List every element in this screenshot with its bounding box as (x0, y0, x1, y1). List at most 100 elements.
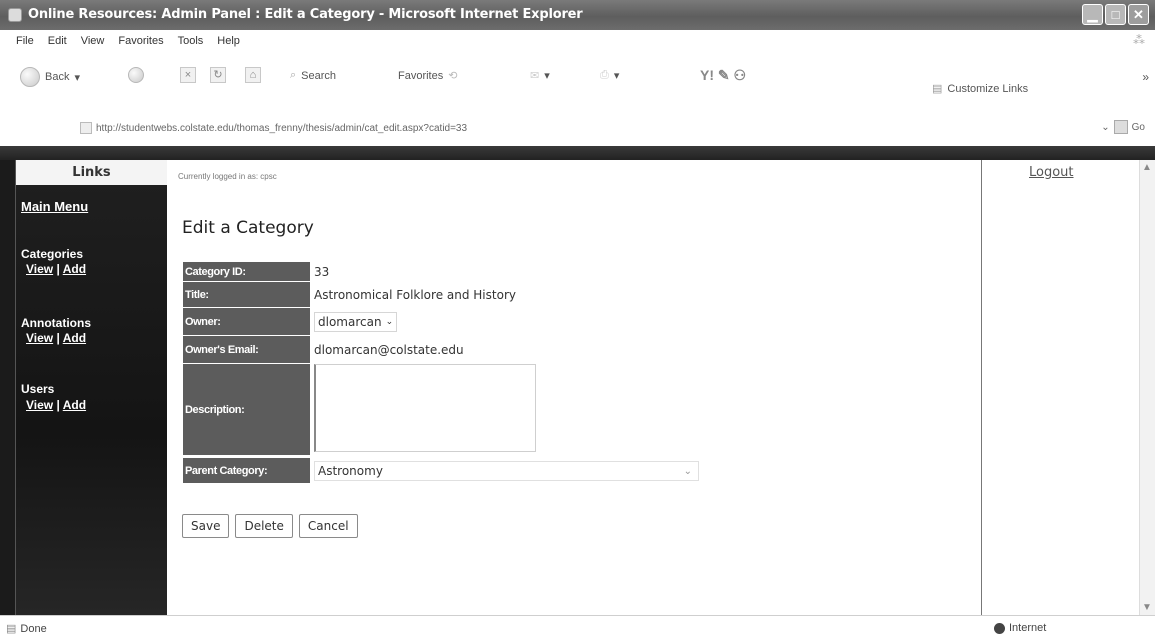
back-label: Back (45, 71, 70, 83)
logout-link[interactable]: Logout (1029, 165, 1074, 180)
forward-button[interactable] (128, 67, 144, 83)
parent-category-value: Astronomy (318, 464, 383, 478)
users-separator: | (56, 398, 60, 412)
chevron-down-icon: ⌄ (683, 465, 692, 477)
back-dropdown-icon: ▾ (74, 71, 80, 84)
menu-help[interactable]: Help (217, 35, 240, 47)
row-owner-email: Owner's Email: dlomarcan@colstate.edu (183, 336, 699, 364)
go-button[interactable]: ⌄ Go (1101, 120, 1145, 134)
status-bar: ▤ Done Internet (0, 615, 1155, 640)
page-title: Edit a Category (182, 218, 314, 238)
customize-links-link[interactable]: ▤ Customize Links (932, 82, 1029, 96)
menu-favorites[interactable]: Favorites (118, 35, 163, 47)
address-bar: http://studentwebs.colstate.edu/thomas_f… (0, 108, 1155, 146)
categories-view-link[interactable]: View (26, 262, 53, 276)
favorites-label: Favorites (398, 69, 444, 82)
browser-toolbar: Back ▾ × ↻ ⌂ ⌕ Search Favorites ⟲ ✉ ▾ ⎙ … (0, 52, 1155, 108)
owner-select[interactable]: dlomarcan ⌄ (314, 312, 398, 332)
windows-logo-icon: ⁂ (1133, 33, 1145, 47)
go-arrow-icon (1113, 120, 1128, 134)
window-title-bar: Online Resources: Admin Panel : Edit a C… (0, 0, 1155, 30)
categories-add-link[interactable]: Add (63, 262, 86, 276)
toolbar-overflow-chevron-icon[interactable]: » (1142, 70, 1149, 84)
cancel-button[interactable]: Cancel (298, 514, 358, 538)
address-input[interactable]: http://studentwebs.colstate.edu/thomas_f… (80, 122, 467, 134)
title-field[interactable]: Astronomical Folklore and History (314, 288, 516, 302)
refresh-button[interactable]: ↻ (210, 67, 226, 83)
row-parent-category: Parent Category: Astronomy ⌄ (183, 458, 699, 484)
back-arrow-icon (20, 67, 40, 87)
home-button[interactable]: ⌂ (245, 67, 261, 83)
sidebar-header: Links (16, 160, 167, 185)
mail-button[interactable]: ✉ ▾ (530, 69, 550, 82)
page-icon (80, 122, 92, 134)
menu-bar: File Edit View Favorites Tools Help ⁂ (0, 30, 1155, 52)
annotations-links: View | Add (26, 331, 86, 345)
users-add-link[interactable]: Add (63, 398, 86, 412)
home-icon: ⌂ (245, 67, 261, 83)
annotations-separator: | (56, 331, 60, 345)
parent-category-select[interactable]: Astronomy ⌄ (314, 461, 699, 481)
scroll-up-icon[interactable]: ▲ (1142, 162, 1152, 173)
minimize-icon: ▁ (1087, 7, 1098, 22)
favorites-button[interactable]: Favorites ⟲ (398, 69, 458, 83)
mail-dropdown-icon: ▾ (544, 70, 550, 82)
page-frame: Links Main Menu Categories View | Add An… (15, 160, 1139, 615)
scroll-down-icon[interactable]: ▼ (1142, 602, 1152, 613)
parent-category-label: Parent Category: (183, 458, 310, 484)
page-top-band (0, 146, 1155, 160)
annotations-view-link[interactable]: View (26, 331, 53, 345)
annotations-add-link[interactable]: Add (63, 331, 86, 345)
form-buttons: Save Delete Cancel (182, 514, 358, 538)
search-button[interactable]: ⌕ Search (290, 69, 336, 82)
delete-button[interactable]: Delete (235, 514, 293, 538)
menu-view[interactable]: View (81, 35, 105, 47)
customize-links-label: Customize Links (947, 82, 1029, 95)
sidebar-section-categories: Categories (21, 247, 84, 261)
stop-icon: × (180, 67, 196, 83)
refresh-icon: ↻ (210, 67, 226, 83)
messenger-icon: Y! ✎ ⚇ (700, 67, 747, 83)
go-label: Go (1131, 121, 1145, 133)
window-title: Online Resources: Admin Panel : Edit a C… (28, 7, 583, 22)
right-column: Logout (981, 160, 1123, 615)
close-icon: ✕ (1133, 7, 1144, 22)
menu-edit[interactable]: Edit (48, 35, 67, 47)
description-textarea[interactable] (314, 364, 536, 452)
print-dropdown-icon: ▾ (613, 70, 620, 82)
save-button[interactable]: Save (182, 514, 230, 538)
menu-file[interactable]: File (16, 35, 34, 47)
vertical-scrollbar[interactable]: ▲ ▼ (1139, 160, 1155, 615)
row-owner: Owner: dlomarcan ⌄ (183, 308, 699, 336)
minimize-button[interactable]: ▁ (1082, 4, 1103, 25)
close-button[interactable]: ✕ (1128, 4, 1149, 25)
sidebar-section-users: Users (21, 382, 55, 396)
owner-email-field[interactable]: dlomarcan@colstate.edu (314, 343, 464, 357)
maximize-button[interactable]: □ (1105, 4, 1126, 25)
page-viewport: Links Main Menu Categories View | Add An… (0, 160, 1155, 615)
main-menu-link[interactable]: Main Menu (21, 199, 88, 214)
search-label: Search (301, 69, 337, 82)
links-page-icon: ▤ (932, 83, 943, 95)
edit-category-form: Category ID: 33 Title: Astronomical Folk… (183, 262, 699, 484)
history-icon: ⟲ (448, 70, 458, 82)
title-label: Title: (183, 282, 310, 308)
status-text: Done (20, 622, 47, 635)
owner-email-label: Owner's Email: (183, 336, 310, 364)
zone-text: Internet (1009, 622, 1047, 634)
back-button[interactable]: Back ▾ (20, 67, 80, 87)
address-dropdown-icon[interactable]: ⌄ (1101, 122, 1109, 133)
users-links: View | Add (26, 398, 86, 412)
owner-label: Owner: (183, 308, 310, 336)
row-description: Description: (183, 364, 699, 456)
stop-button[interactable]: × (180, 67, 196, 83)
mail-icon: ✉ (530, 70, 540, 82)
users-view-link[interactable]: View (26, 398, 53, 412)
print-button[interactable]: ⎙ ▾ (600, 69, 619, 82)
maximize-icon: □ (1111, 7, 1120, 22)
category-id-label: Category ID: (183, 262, 310, 282)
menu-tools[interactable]: Tools (178, 35, 204, 47)
category-id-value: 33 (314, 265, 330, 279)
categories-links: View | Add (26, 262, 86, 276)
messenger-button[interactable]: Y! ✎ ⚇ (700, 67, 746, 84)
